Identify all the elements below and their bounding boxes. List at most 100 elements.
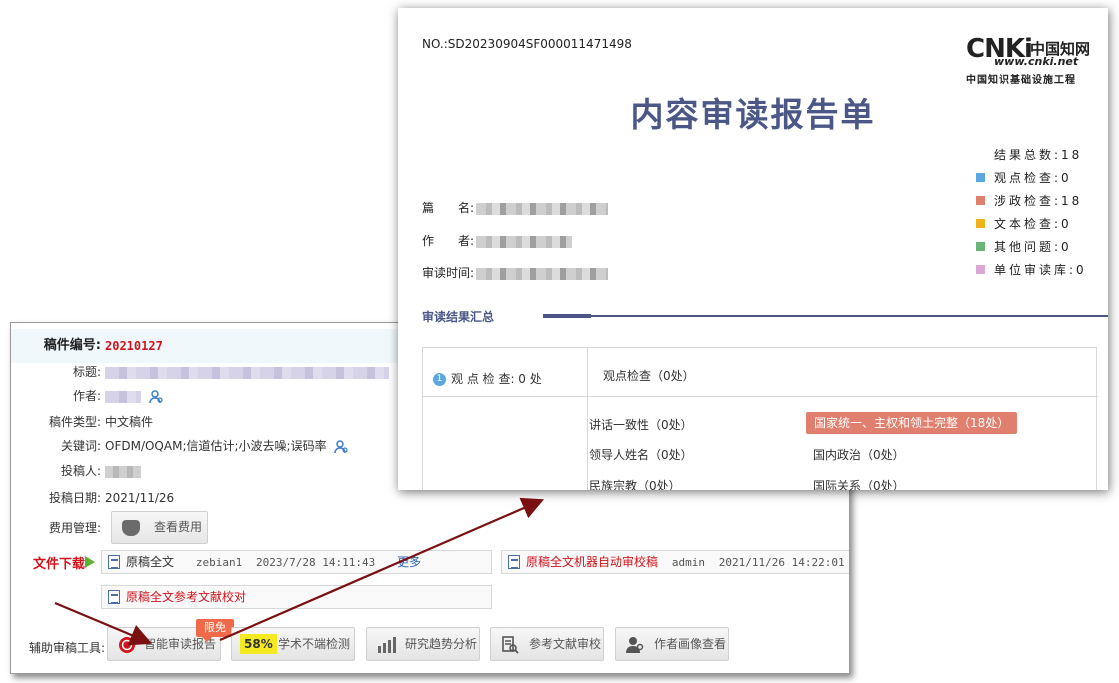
item-domestic-politics: 国内政治（0处） [813,448,905,462]
reference-review-button[interactable]: 参考文献审校 [490,627,604,661]
report-title: 内容审读报告单 [630,95,876,134]
file-more-link[interactable]: 更多 [397,555,421,569]
stat-political: 涉政检查:18 [974,192,1108,215]
file-reference-check-link[interactable]: 原稿全文参考文献校对 [126,590,246,604]
report-author-redacted [476,235,573,248]
arrow-right-icon [85,556,95,568]
report-time-label: 审读时间: [422,266,475,280]
type-value: 中文稿件 [105,415,154,429]
item-leader-names: 领导人姓名（0处） [589,448,693,462]
reference-review-label: 参考文献审校 [529,637,602,651]
title-value-redacted [105,361,389,383]
report-number: NO.:SD20230904SF000011471498 [422,37,632,51]
file-original: 原稿全文 zebian1 2023/7/28 14:11:43 更多 [101,550,492,574]
date-value: 2021/11/26 [105,491,175,505]
author-label: 作者: [72,389,101,403]
report-title-field: 篇 名: [422,199,609,216]
stat-total-text: 结果总数:18 [994,148,1083,162]
bar-chart-icon [378,637,396,653]
word-doc-icon [508,555,520,569]
stat-unit-library: 单位审读库:0 [974,261,1108,284]
fee-label: 费用管理: [48,521,101,535]
stat-political-text: 涉政检查:18 [994,194,1083,208]
file-original-user: zebian1 [195,556,243,569]
item-national-unity-highlight[interactable]: 国家统一、主权和领土完整（18处） [806,412,1018,434]
view-fee-button[interactable]: 查看费用 [111,511,208,544]
tools-label: 辅助审稿工具: [29,641,106,655]
report-author-label: 作 者: [422,234,475,248]
item-international-relations: 国际关系（0处） [813,479,905,490]
content-review-report: NO.:SD20230904SF000011471498 CNKi 中国知网 w… [398,8,1108,490]
manuscript-number-label: 稿件编号: [43,338,101,353]
stat-other: 其他问题:0 [974,238,1108,261]
table-column-divider [587,348,588,490]
report-title-label: 篇 名: [422,201,475,215]
plagiarism-check-label: 学术不端检测 [278,637,351,651]
cnki-logo-url: www.cnki.net [994,55,1079,68]
stat-viewpoint-text: 观点检查:0 [994,171,1072,185]
file-original-time: 2023/7/28 14:11:43 [256,556,376,569]
keywords-text: OFDM/OQAM;信道估计;小波去噪;误码率 [105,439,327,453]
author-redacted [105,390,141,403]
file-auto-review-time: 2021/11/26 14:22:01 [718,556,845,569]
item-speech-consistency: 讲话一致性（0处） [589,418,693,432]
stat-text: 文本检查:0 [974,215,1108,238]
stat-text-text: 文本检查:0 [994,217,1072,231]
cnki-logo: CNKi 中国知网 www.cnki.net 中国知识基础设施工程 [964,34,1104,90]
submitter-redacted [105,460,141,482]
submitter-label: 投稿人: [60,464,101,478]
similarity-percent: 58% [240,634,277,654]
report-time-field: 审读时间: [422,264,609,281]
stat-political-swatch [976,196,985,205]
word-doc-icon [108,590,120,604]
keywords-label: 关键词: [60,439,101,453]
stat-total: 结果总数:18 [974,146,1108,169]
file-auto-review: 原稿全文机器自动审校稿 admin 2021/11/26 14:22:01 [501,550,849,574]
summary-section-title: 审读结果汇总 [422,310,495,324]
author-portrait-label: 作者画像查看 [654,637,727,651]
type-label: 稿件类型: [48,415,101,429]
stat-viewpoint: 观点检查:0 [974,169,1108,192]
file-auto-review-user: admin [671,556,705,569]
summary-section-divider [543,315,1108,317]
stat-other-swatch [976,242,985,251]
composite-screenshot: 稿件编号: 20210127 标题: 作者: 稿件类型: 中文稿件 关键词: O… [0,0,1119,683]
viewpoint-check-count: 观 点 检 查: 0 处 [451,372,542,386]
result-stats: 结果总数:18 观点检查:0 涉政检查:18 文本检查:0 其他问题:0 单位审… [974,146,1108,284]
file-download-label: 文件下载 [33,557,86,572]
keywords-value: OFDM/OQAM;信道估计;小波去噪;误码率 [105,435,349,457]
item-ethnic-religion: 民族宗教（0处） [589,479,681,490]
plagiarism-check-button[interactable]: 58% 学术不端检测 [231,627,355,661]
stat-unit-library-swatch [976,265,985,274]
stat-other-text: 其他问题:0 [994,240,1072,254]
view-fee-label: 查看费用 [154,520,203,534]
manuscript-number: 20210127 [105,339,163,353]
author-portrait-button[interactable]: 作者画像查看 [615,627,729,661]
author-portrait-icon [626,637,644,653]
stat-viewpoint-swatch [976,173,985,182]
stat-unit-library-text: 单位审读库:0 [994,263,1087,277]
file-original-link[interactable]: 原稿全文 [126,555,174,569]
summary-section-divider-accent [543,314,591,318]
table-row-divider [423,396,1098,397]
summary-table: 1 观 点 检 查: 0 处 观点检查（0处） 讲话一致性（0处） 领导人姓名（0… [422,347,1098,490]
report-time-redacted [476,267,609,280]
review-seal-icon [119,637,135,653]
cnki-logo-subtitle: 中国知识基础设施工程 [966,75,1076,86]
trend-analysis-button[interactable]: 研究趋势分析 [366,627,480,661]
author-value [105,385,163,407]
file-auto-review-link[interactable]: 原稿全文机器自动审校稿 [526,555,658,569]
date-label: 投稿日期: [48,491,101,505]
money-bag-icon [122,520,140,536]
trend-analysis-label: 研究趋势分析 [405,637,478,651]
keywords-search-icon[interactable] [334,439,349,454]
file-reference-check: 原稿全文参考文献校对 [101,585,492,609]
limited-free-badge: 限免 [196,619,234,642]
row-number-badge: 1 [433,373,446,386]
report-author-field: 作 者: [422,232,573,249]
title-label: 标题: [72,365,101,379]
author-search-icon[interactable] [149,389,163,404]
document-search-icon [502,636,519,654]
viewpoint-check-detail: 观点检查（0处） [603,369,695,383]
word-doc-icon [108,555,120,569]
